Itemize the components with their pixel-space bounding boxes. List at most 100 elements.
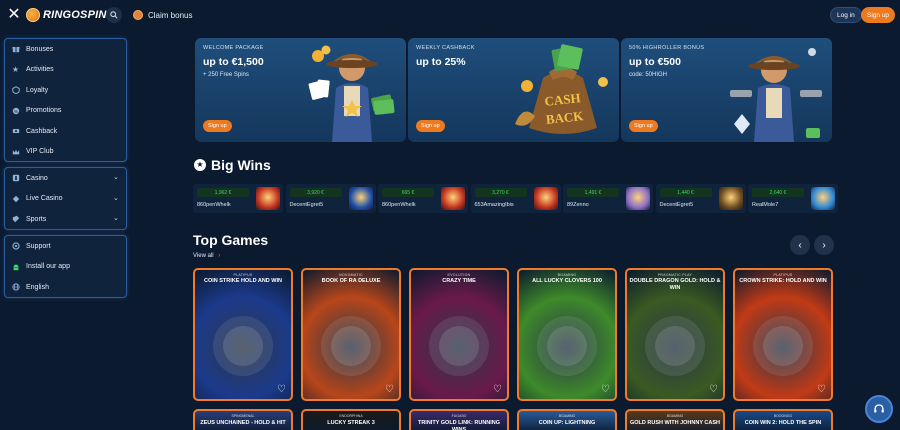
winner-username: DecentEgret5 [289,202,324,208]
sidebar-item-label: Live Casino [26,195,63,203]
game-thumbnail[interactable] [533,187,558,210]
support-chat-button[interactable] [865,395,893,423]
top-bar: ✕ RINGOSPIN Claim bonus Log in Sign up [0,0,900,30]
sidebar-item-cashback[interactable]: Cashback [5,121,126,142]
game-tile[interactable]: SPINOMENAL ZEUS UNCHAINED - HOLD & HIT [193,409,293,430]
sidebar-item-install-app[interactable]: Install our app [5,257,126,278]
game-provider: NOVOMATIC [339,273,363,277]
promo-headline: up to €1,500 [203,56,264,68]
sidebar-item-label: Promotions [26,107,62,115]
game-thumbnail[interactable] [441,187,465,210]
win-amount: 2,640 € [752,188,804,197]
big-win-card[interactable]: 3,270 € 653AmazingIbis [470,184,561,213]
game-tile[interactable]: PRAGMATIC PLAY DOUBLE DRAGON GOLD: HOLD &… [625,268,725,401]
close-icon[interactable]: ✕ [6,7,22,23]
sidebar-item-promotions[interactable]: % Promotions [5,101,126,122]
game-tile[interactable]: BGAMING ALL LUCKY CLOVERS 100 ♡ [517,268,617,401]
game-thumbnail[interactable] [718,187,743,210]
game-title: BOOK OF RA DELUXE [321,278,381,284]
game-tile[interactable]: BGAMING COIN UP: LIGHTNING [517,409,617,430]
carousel-next-button[interactable]: › [814,235,834,255]
game-thumbnail[interactable] [811,187,835,210]
cashback-bag-illustration: CASH BACK [515,44,608,134]
favorite-heart-icon[interactable]: ♡ [384,384,395,395]
game-provider: BOOONGO [773,414,793,418]
sidebar-item-label: English [26,283,49,291]
logo[interactable]: RINGOSPIN [26,6,107,24]
game-title: CROWN STRIKE: HOLD AND WIN [739,278,827,284]
favorite-heart-icon[interactable]: ♡ [492,384,503,395]
winner-username: 89Zenno [567,202,589,208]
big-win-card[interactable]: 1,962 € 860penWhelk [193,184,283,213]
favorite-heart-icon[interactable]: ♡ [708,384,719,395]
bonus-bag-icon [133,10,143,20]
sidebar-item-casino[interactable]: Casino ⌄ [5,168,126,189]
claim-bonus-label: Claim bonus [148,10,193,20]
sidebar-item-vip-club[interactable]: VIP Club [5,142,126,163]
sports-icon [11,215,20,224]
svg-text:%: % [13,109,18,115]
favorite-heart-icon[interactable]: ♡ [816,384,827,395]
favorite-heart-icon[interactable]: ♡ [276,384,287,395]
carousel-prev-button[interactable]: ‹ [790,235,810,255]
game-thumbnail[interactable] [348,187,373,210]
sidebar-item-label: Bonuses [26,45,54,53]
game-provider: BGAMING [558,414,576,418]
game-provider: PLATIPUS [233,273,253,277]
login-button[interactable]: Log in [830,7,862,23]
game-tile[interactable]: NOVOMATIC BOOK OF RA DELUXE ♡ [301,268,401,401]
big-win-card[interactable]: 665 € 860penWhelk [378,184,468,213]
promo-tag: 50% HIGHROLLER BONUS [629,45,705,51]
game-provider: PLATIPUS [773,273,793,277]
sidebar-item-support[interactable]: Support [5,236,126,257]
win-amount: 3,270 € [474,188,527,197]
game-tile[interactable]: PLATIPUS CROWN STRIKE: HOLD AND WIN ♡ [733,268,833,401]
game-thumbnail[interactable] [626,187,650,210]
view-all-link[interactable]: View all › [193,253,220,259]
sidebar-item-bonuses[interactable]: Bonuses [5,39,126,60]
winner-username: 860penWhelk [382,202,416,208]
game-tile[interactable]: ENDORPHINA LUCKY STREAK 3 [301,409,401,430]
big-win-card[interactable]: 2,640 € RealMole7 [748,184,838,213]
support-icon [11,242,20,251]
promo-signup-button[interactable]: Sign up [629,120,658,132]
cowboy-guns-illustration [730,48,822,142]
sidebar-item-activities[interactable]: ★ Activities [5,60,126,81]
game-artwork [429,316,489,376]
loyalty-icon [11,86,20,95]
sidebar-item-language[interactable]: English [5,277,126,298]
promo-headline: up to €500 [629,56,681,68]
game-title: LUCKY STREAK 3 [327,420,375,426]
chevron-down-icon[interactable]: ⌄ [113,195,120,202]
signup-button[interactable]: Sign up [861,7,896,23]
search-button[interactable] [106,7,122,23]
winner-username: DecentEgret5 [659,202,694,208]
game-provider: SPINOMENAL [231,414,255,418]
promo-card-welcome[interactable]: WELCOME PACKAGE up to €1,500 + 250 Free … [195,38,406,142]
sidebar-item-label: Activities [26,66,54,74]
game-tile[interactable]: PLATIPUS COIN STRIKE HOLD AND WIN ♡ [193,268,293,401]
game-title: TRINITY GOLD LINK: RUNNING WINS [417,420,501,430]
promo-card-highroller[interactable]: 50% HIGHROLLER BONUS up to €500 code: 50… [621,38,832,142]
sidebar-item-label: Cashback [26,127,58,135]
chevron-down-icon[interactable]: ⌄ [113,215,120,222]
game-tile[interactable]: FUGASO TRINITY GOLD LINK: RUNNING WINS [409,409,509,430]
big-win-card[interactable]: 3,920 € DecentEgret5 [285,184,376,213]
promo-signup-button[interactable]: Sign up [203,120,232,132]
sidebar-item-live-casino[interactable]: Live Casino ⌄ [5,189,126,210]
game-tile[interactable]: EVOLUTION CRAZY TIME ♡ [409,268,509,401]
chevron-down-icon[interactable]: ⌄ [113,174,120,181]
favorite-heart-icon[interactable]: ♡ [600,384,611,395]
promo-card-cashback[interactable]: CASH BACK WEEKLY CASHBACK up to 25% Sign… [408,38,619,142]
game-tile[interactable]: BGAMING GOLD RUSH WITH JOHNNY CASH [625,409,725,430]
sidebar-item-loyalty[interactable]: Loyalty [5,80,126,101]
promo-signup-button[interactable]: Sign up [416,120,445,132]
claim-bonus-button[interactable]: Claim bonus [133,8,192,22]
sidebar-item-sports[interactable]: Sports ⌄ [5,209,126,230]
game-thumbnail[interactable] [256,187,280,210]
game-tile[interactable]: BOOONGO COIN WIN 2: HOLD THE SPIN [733,409,833,430]
big-win-card[interactable]: 1,440 € DecentEgret5 [655,184,746,213]
game-title: COIN UP: LIGHTNING [538,420,596,426]
big-win-card[interactable]: 1,491 € 89Zenno [563,184,653,213]
gift-icon [11,45,20,54]
